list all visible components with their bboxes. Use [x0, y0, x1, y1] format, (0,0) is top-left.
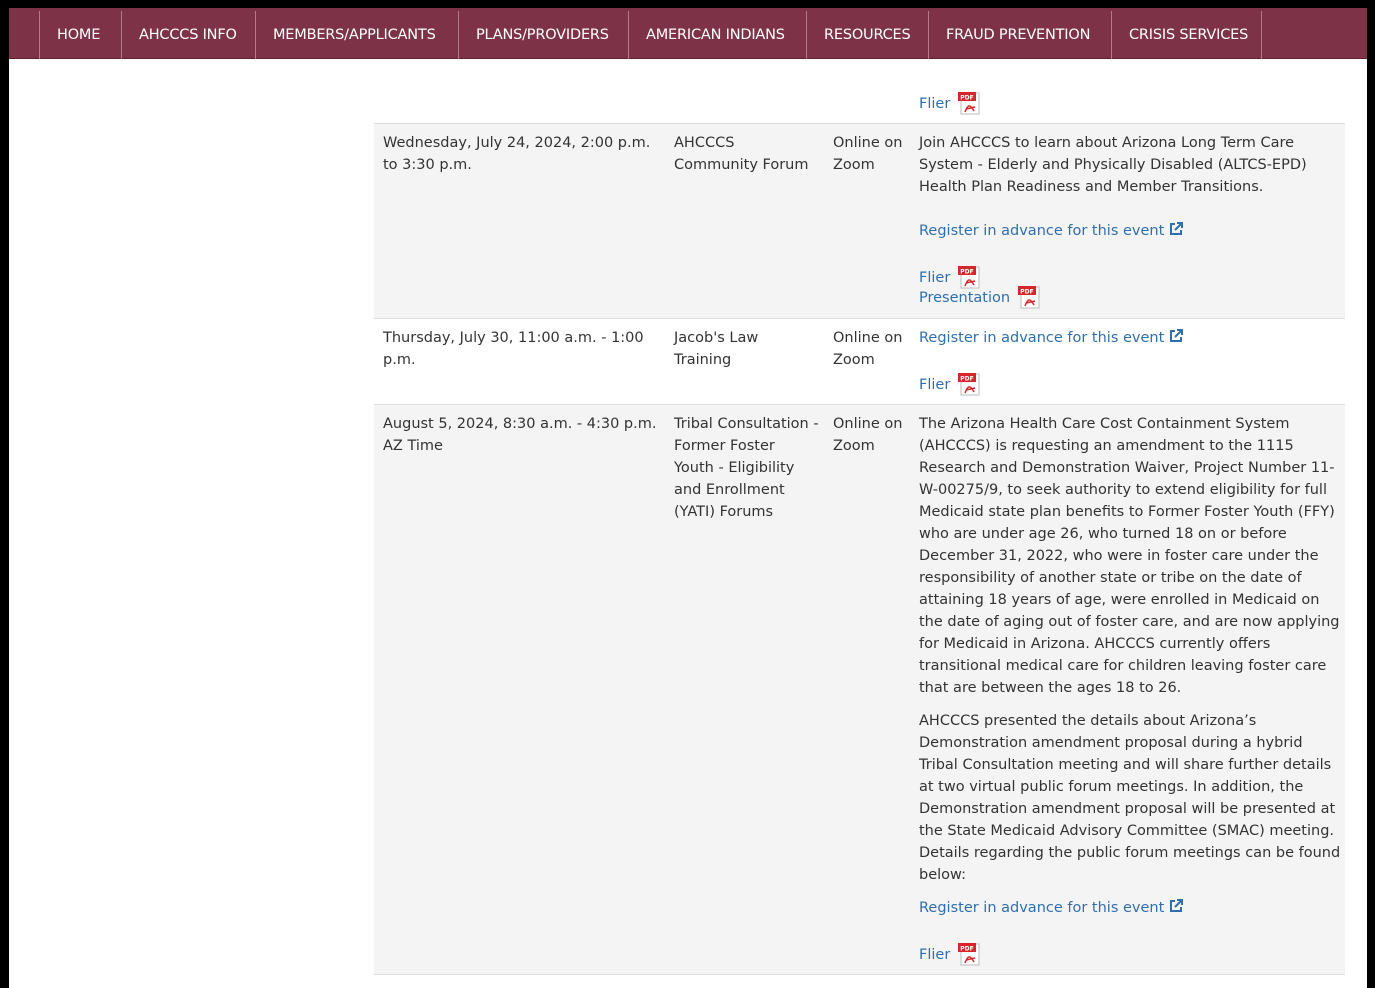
svg-text:PDF: PDF [961, 376, 974, 383]
table-row: Wednesday, July 24, 2024, 2:00 p.m. to 3… [374, 124, 1345, 319]
pdf-icon: PDF [958, 373, 980, 396]
event-description-cell: Join AHCCCS to learn about Arizona Long … [919, 132, 1344, 310]
svg-text:PDF: PDF [961, 269, 974, 276]
event-title: AHCCCS Community Forum [674, 135, 809, 173]
event-date: Wednesday, July 24, 2024, 2:00 p.m. to 3… [383, 135, 651, 173]
flier-link[interactable]: Flier PDF [919, 92, 982, 115]
event-description: Join AHCCCS to learn about Arizona Long … [919, 135, 1307, 195]
nav-plans-providers[interactable]: PLANS/PROVIDERS [458, 11, 628, 59]
nav-crisis-services[interactable]: CRISIS SERVICES [1111, 11, 1262, 59]
pdf-icon: PDF [958, 943, 980, 966]
main-navigation: HOME AHCCCS INFO MEMBERS/APPLICANTS PLAN… [9, 8, 1367, 59]
nav-american-indians[interactable]: AMERICAN INDIANS [628, 11, 806, 59]
event-description-cell: Register in advance for this event Flier… [919, 327, 1344, 397]
event-description: AHCCCS presented the details about Arizo… [919, 713, 1341, 883]
flier-link[interactable]: Flier PDF [919, 371, 1344, 397]
event-location: Online on Zoom [833, 135, 903, 173]
svg-text:PDF: PDF [1020, 289, 1033, 296]
pdf-icon: PDF [958, 92, 980, 115]
pdf-icon: PDF [1018, 286, 1040, 309]
event-date: Thursday, July 30, 11:00 a.m. - 1:00 p.m… [383, 330, 644, 368]
event-title: Tribal Consultation - Former Foster Yout… [674, 416, 819, 520]
table-row: August 5, 2024, 8:30 a.m. - 4:30 p.m. AZ… [374, 405, 1345, 975]
register-link[interactable]: Register in advance for this event [919, 327, 1344, 349]
presentation-link[interactable]: Presentation PDF [919, 284, 1344, 310]
event-description: The Arizona Health Care Cost Containment… [919, 416, 1340, 696]
nav-home[interactable]: HOME [39, 11, 121, 59]
event-location: Online on Zoom [833, 330, 903, 368]
event-location: Online on Zoom [833, 416, 903, 454]
nav-fraud-prevention[interactable]: FRAUD PREVENTION [928, 11, 1111, 59]
external-link-icon [1170, 329, 1184, 342]
event-description-cell: The Arizona Health Care Cost Containment… [919, 413, 1344, 967]
nav-members-applicants[interactable]: MEMBERS/APPLICANTS [255, 11, 458, 59]
register-link[interactable]: Register in advance for this event [919, 897, 1344, 919]
external-link-icon [1170, 899, 1184, 912]
page-frame: HOME AHCCCS INFO MEMBERS/APPLICANTS PLAN… [9, 8, 1367, 988]
svg-text:PDF: PDF [961, 946, 974, 953]
event-date: August 5, 2024, 8:30 a.m. - 4:30 p.m. AZ… [383, 416, 657, 454]
nav-resources[interactable]: RESOURCES [806, 11, 928, 59]
svg-text:PDF: PDF [961, 95, 974, 102]
table-row: Thursday, July 30, 11:00 a.m. - 1:00 p.m… [374, 319, 1345, 405]
event-title: Jacob's Law Training [674, 330, 759, 368]
register-link[interactable]: Register in advance for this event [919, 220, 1344, 242]
flier-link[interactable]: Flier PDF [919, 941, 1344, 967]
external-link-icon [1170, 222, 1184, 235]
nav-ahcccs-info[interactable]: AHCCCS INFO [121, 11, 255, 59]
